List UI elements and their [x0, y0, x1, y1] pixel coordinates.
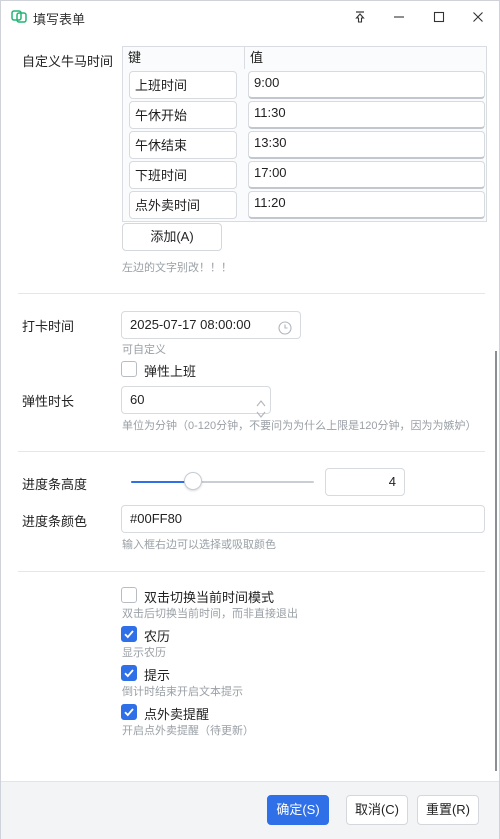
reminder-checkbox[interactable] — [121, 665, 137, 681]
cancel-button[interactable]: 取消(C) — [346, 795, 408, 825]
value-field[interactable]: 11:30 — [248, 101, 485, 129]
lunar-checkbox[interactable] — [121, 626, 137, 642]
punch-time-value: 2025-07-17 08:00:00 — [130, 317, 251, 332]
section-divider — [18, 293, 485, 294]
option-label: 提示 — [144, 668, 171, 683]
section-divider — [18, 571, 485, 572]
custom-time-label: 自定义牛马时间 — [22, 54, 114, 69]
column-header-value: 值 — [250, 50, 264, 65]
custom-time-hint: 左边的文字别改！！！ — [122, 262, 232, 274]
key-field[interactable]: 下班时间 — [129, 161, 237, 189]
value-field[interactable]: 9:00 — [248, 71, 485, 99]
progress-color-label: 进度条颜色 — [22, 514, 88, 529]
maximize-button[interactable] — [417, 1, 461, 33]
value-field[interactable]: 17:00 — [248, 161, 485, 189]
flex-start-label: 弹性上班 — [144, 364, 197, 379]
key-field[interactable]: 点外卖时间 — [129, 191, 237, 219]
value-field[interactable]: 11:20 — [248, 191, 485, 219]
window-title: 填写表单 — [33, 12, 86, 27]
pin-on-top-button[interactable] — [338, 1, 382, 33]
option-hint: 开启点外卖提醒（待更新） — [122, 725, 254, 737]
custom-time-table: 键 值 上班时间 9:00 午休开始 11:30 午休结束 13:30 下班时间… — [122, 46, 487, 222]
pin-icon — [354, 11, 366, 23]
takeout-reminder-checkbox[interactable] — [121, 704, 137, 720]
title-bar[interactable]: 填写表单 — [1, 1, 499, 33]
footer-bar: 确定(S) 取消(C) 重置(R) — [1, 781, 499, 839]
double-click-checkbox[interactable] — [121, 587, 137, 603]
flex-start-checkbox[interactable] — [121, 361, 137, 377]
close-button[interactable] — [456, 1, 500, 33]
slider-thumb[interactable] — [184, 472, 203, 490]
check-icon — [124, 630, 134, 639]
column-header-key: 键 — [128, 50, 142, 65]
key-field[interactable]: 上班时间 — [129, 71, 237, 99]
maximize-icon — [433, 11, 445, 23]
clock-icon[interactable] — [278, 318, 292, 344]
option-hint: 显示农历 — [122, 647, 166, 659]
value-field[interactable]: 13:30 — [248, 131, 485, 159]
form-window: 填写表单 自定义牛马时间 键 值 上班时间 9:00 午休开始 11:30 午休… — [0, 0, 500, 839]
check-icon — [124, 669, 134, 678]
scrollbar[interactable] — [495, 351, 497, 771]
check-icon — [124, 708, 134, 717]
option-label: 农历 — [144, 629, 171, 644]
flex-duration-value: 60 — [130, 392, 145, 407]
section-divider — [18, 451, 485, 452]
minimize-icon — [393, 11, 405, 23]
minimize-button[interactable] — [377, 1, 421, 33]
flex-duration-label: 弹性时长 — [22, 394, 75, 409]
progress-color-hint: 输入框右边可以选择或吸取颜色 — [122, 539, 276, 551]
close-icon — [472, 11, 484, 23]
reset-button[interactable]: 重置(R) — [417, 795, 479, 825]
confirm-button[interactable]: 确定(S) — [267, 795, 329, 825]
punch-time-hint: 可自定义 — [122, 344, 166, 356]
progress-color-input[interactable]: #00FF80 — [121, 505, 485, 533]
option-hint: 倒计时结束开启文本提示 — [122, 686, 243, 698]
option-label: 点外卖提醒 — [144, 707, 210, 722]
progress-height-slider[interactable] — [131, 472, 314, 490]
progress-height-input[interactable]: 4 — [325, 468, 405, 496]
app-logo-icon — [11, 9, 27, 23]
option-label: 双击切换当前时间模式 — [144, 590, 275, 605]
add-row-button[interactable]: 添加(A) — [122, 223, 222, 251]
option-hint: 双击后切换当前时间，而非直接退出 — [122, 608, 298, 620]
flex-duration-spinbox[interactable]: 60 — [121, 386, 271, 418]
key-field[interactable]: 午休结束 — [129, 131, 237, 159]
flex-duration-hint: 单位为分钟（0-120分钟，不要问为为什么上限是120分钟，因为为嫉妒） — [122, 420, 477, 432]
punch-time-picker[interactable]: 2025-07-17 08:00:00 — [121, 311, 301, 339]
punch-time-label: 打卡时间 — [22, 319, 75, 334]
key-field[interactable]: 午休开始 — [129, 101, 237, 129]
progress-height-label: 进度条高度 — [22, 477, 88, 492]
